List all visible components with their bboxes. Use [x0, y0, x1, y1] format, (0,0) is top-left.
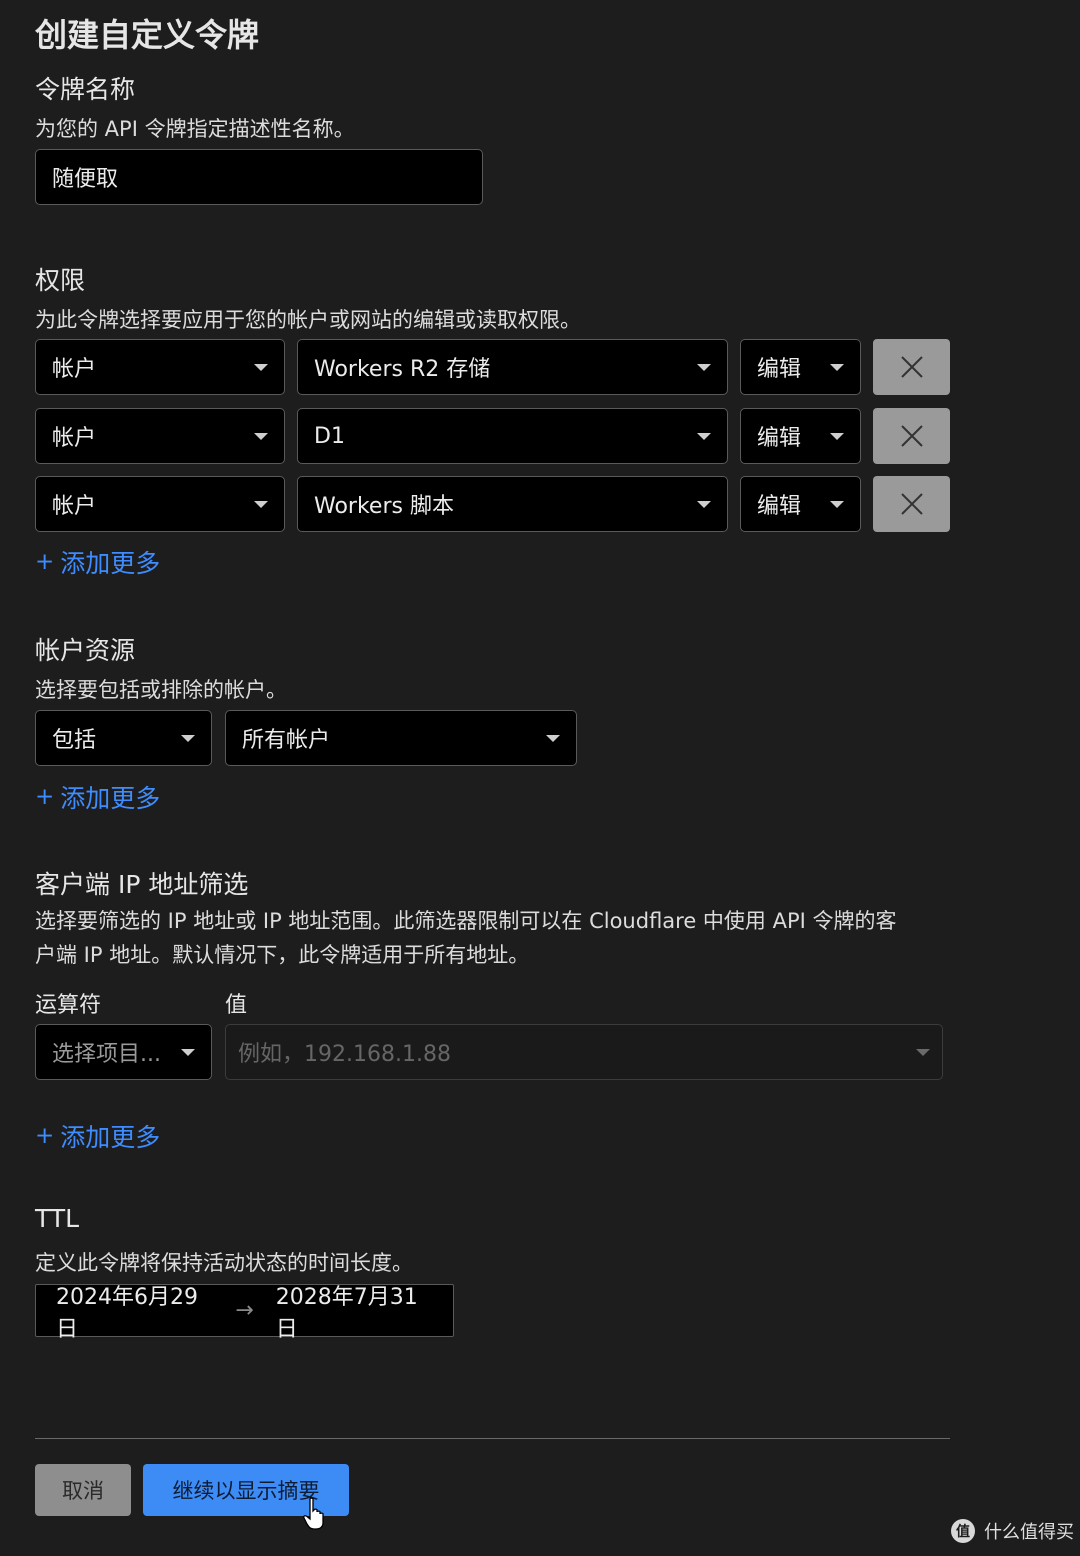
permission-level-select[interactable]: 编辑 [740, 476, 861, 532]
caret-down-icon [830, 432, 844, 440]
account-resources-heading: 帐户资源 [35, 636, 136, 665]
token-name-value: 随便取 [52, 167, 119, 192]
permission-scope-select[interactable]: 帐户 [35, 476, 285, 532]
permission-level-value: 编辑 [757, 426, 802, 451]
permission-resource-value: Workers 脚本 [314, 494, 454, 519]
include-exclude-select[interactable]: 包括 [35, 710, 212, 766]
ttl-end-date: 2028年7月31日 [275, 1284, 418, 1342]
remove-permission-button[interactable] [873, 408, 950, 464]
plus-icon: + [35, 1123, 55, 1149]
caret-down-icon [181, 1048, 195, 1056]
add-account-resource-link[interactable]: + 添加更多 [35, 779, 160, 815]
ttl-description: 定义此令牌将保持活动状态的时间长度。 [35, 1251, 413, 1275]
remove-permission-button[interactable] [873, 476, 950, 532]
cancel-button[interactable]: 取消 [35, 1464, 131, 1516]
caret-down-icon [697, 363, 711, 371]
caret-down-icon [697, 432, 711, 440]
operator-label: 运算符 [35, 993, 102, 1018]
caret-down-icon [546, 734, 560, 742]
plus-icon: + [35, 784, 55, 810]
close-icon [900, 356, 923, 378]
caret-down-icon [697, 500, 711, 508]
account-value: 所有帐户 [242, 728, 331, 753]
ip-value-placeholder: 例如，192.168.1.88 [238, 1042, 451, 1067]
watermark-text: 什么值得买 [984, 1522, 1074, 1543]
permissions-heading: 权限 [35, 266, 86, 295]
account-select[interactable]: 所有帐户 [225, 710, 577, 766]
permission-level-value: 编辑 [757, 357, 802, 382]
token-name-input[interactable]: 随便取 [35, 149, 483, 205]
caret-down-icon [254, 363, 268, 371]
ttl-date-range-picker[interactable]: 2024年6月29日 → 2028年7月31日 [35, 1284, 454, 1342]
token-name-heading: 令牌名称 [35, 75, 136, 104]
caret-down-icon [916, 1048, 930, 1056]
plus-icon: + [35, 549, 55, 575]
ttl-start-date: 2024年6月29日 [56, 1284, 198, 1342]
watermark-logo-icon: 值 [951, 1519, 975, 1543]
watermark: 值 什么值得买 [950, 1518, 1074, 1544]
operator-select[interactable]: 选择项目... [35, 1024, 212, 1080]
permission-level-select[interactable]: 编辑 [740, 339, 861, 395]
close-icon [900, 493, 923, 515]
include-exclude-value: 包括 [52, 728, 97, 753]
permission-resource-value: Workers R2 存储 [314, 357, 491, 382]
permission-scope-select[interactable]: 帐户 [35, 408, 285, 464]
hand-cursor-icon [303, 1497, 324, 1530]
ip-filter-heading: 客户端 IP 地址筛选 [35, 870, 249, 899]
ip-filter-description-line: 选择要筛选的 IP 地址或 IP 地址范围。此筛选器限制可以在 Cloudfla… [35, 909, 897, 933]
add-more-label: 添加更多 [60, 549, 161, 578]
account-resources-description: 选择要包括或排除的帐户。 [35, 678, 287, 702]
permission-level-value: 编辑 [757, 494, 802, 519]
add-ip-filter-link[interactable]: + 添加更多 [35, 1118, 160, 1154]
page-title: 创建自定义令牌 [35, 16, 260, 54]
operator-placeholder: 选择项目... [52, 1042, 161, 1067]
permissions-description: 为此令牌选择要应用于您的帐户或网站的编辑或读取权限。 [35, 308, 581, 332]
close-icon [900, 425, 923, 447]
permission-resource-select[interactable]: D1 [297, 408, 728, 464]
caret-down-icon [830, 363, 844, 371]
permission-scope-value: 帐户 [52, 426, 97, 451]
caret-down-icon [830, 500, 844, 508]
svg-text:值: 值 [956, 1523, 970, 1540]
add-permission-link[interactable]: + 添加更多 [35, 544, 160, 580]
add-more-label: 添加更多 [60, 1123, 161, 1152]
caret-down-icon [254, 500, 268, 508]
permission-scope-value: 帐户 [52, 357, 97, 382]
permission-resource-select[interactable]: Workers R2 存储 [297, 339, 728, 395]
permission-scope-select[interactable]: 帐户 [35, 339, 285, 395]
permission-level-select[interactable]: 编辑 [740, 408, 861, 464]
ttl-heading: TTL [35, 1204, 80, 1233]
permission-scope-value: 帐户 [52, 494, 97, 519]
remove-permission-button[interactable] [873, 339, 950, 395]
token-name-description: 为您的 API 令牌指定描述性名称。 [35, 117, 355, 141]
ip-value-input[interactable]: 例如，192.168.1.88 [225, 1024, 943, 1080]
ip-filter-description-line: 户端 IP 地址。默认情况下，此令牌适用于所有地址。 [35, 943, 530, 967]
caret-down-icon [254, 432, 268, 440]
divider [35, 1438, 950, 1439]
permission-resource-value: D1 [314, 423, 345, 449]
value-label: 值 [225, 993, 248, 1018]
caret-down-icon [181, 734, 195, 742]
add-more-label: 添加更多 [60, 784, 161, 813]
ip-filter-description: 选择要筛选的 IP 地址或 IP 地址范围。此筛选器限制可以在 Cloudfla… [35, 904, 955, 972]
arrow-right-icon: → [235, 1298, 254, 1323]
permission-resource-select[interactable]: Workers 脚本 [297, 476, 728, 532]
